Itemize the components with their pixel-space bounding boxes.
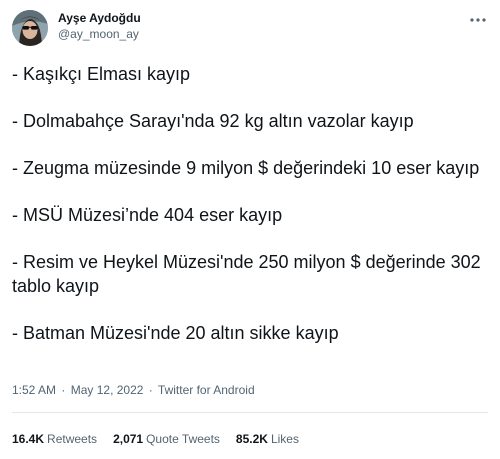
quote-tweets-stat[interactable]: 2,071 Quote Tweets <box>113 431 220 447</box>
retweets-stat[interactable]: 16.4K Retweets <box>12 431 97 447</box>
meta-separator: · <box>148 383 153 397</box>
meta-separator: · <box>61 383 66 397</box>
quote-tweets-count: 2,071 <box>113 432 144 446</box>
profile-avatar[interactable] <box>12 10 48 46</box>
tweet-paragraph: - Dolmabahçe Sarayı'nda 92 kg altın vazo… <box>12 111 414 131</box>
tweet-paragraph: - Resim ve Heykel Müzesi'nde 250 milyon … <box>12 252 481 296</box>
author-handle[interactable]: @ay_moon_ay <box>58 27 141 42</box>
likes-label: Likes <box>270 432 299 446</box>
author-block: Ayşe Aydoğdu @ay_moon_ay <box>58 11 141 42</box>
tweet-source[interactable]: Twitter for Android <box>158 383 255 397</box>
likes-stat[interactable]: 85.2K Likes <box>236 431 299 447</box>
tweet-paragraph: - Kaşıkçı Elması kayıp <box>12 64 191 84</box>
tweet-paragraph: - Batman Müzesi'nde 20 altın sikke kayıp <box>12 323 339 343</box>
likes-count: 85.2K <box>235 432 268 446</box>
tweet-paragraph: - Zeugma müzesinde 9 milyon $ değerindek… <box>12 158 480 178</box>
retweets-label: Retweets <box>47 432 98 446</box>
retweets-count: 16.4K <box>12 432 45 446</box>
quote-tweets-label: Quote Tweets <box>146 432 220 446</box>
more-dots-icon <box>470 18 486 22</box>
tweet-metadata: 1:52 AM · May 12, 2022 · Twitter for And… <box>12 382 255 398</box>
tweet-paragraph: - MSÜ Müzesi’nde 404 eser kayıp <box>12 205 283 225</box>
author-display-name[interactable]: Ayşe Aydoğdu <box>58 11 141 26</box>
avatar-image <box>12 10 48 46</box>
engagement-stats: 16.4K Retweets 2,071 Quote Tweets 85.2K Lik… <box>12 431 315 447</box>
tweet-time[interactable]: 1:52 AM <box>12 383 56 397</box>
stats-divider <box>12 412 488 413</box>
tweet-date[interactable]: May 12, 2022 <box>71 383 144 397</box>
tweet-card: Ayşe Aydoğdu @ay_moon_ay - Kaşıkçı Elmas… <box>0 0 500 459</box>
more-options-button[interactable] <box>466 12 490 28</box>
tweet-text: - Kaşıkçı Elması kayıp - Dolmabahçe Sara… <box>12 62 492 368</box>
